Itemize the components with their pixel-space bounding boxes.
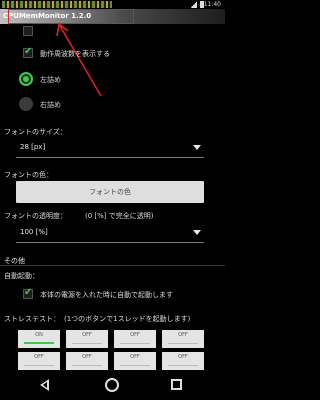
toggle-indicator: [24, 365, 54, 366]
stress-thread-button[interactable]: OFF: [162, 352, 204, 370]
notification-icons: [2, 1, 112, 8]
dropdown-caret-icon: [193, 230, 201, 235]
show-freq-checkbox[interactable]: [23, 46, 33, 58]
stress-thread-button[interactable]: OFF: [18, 352, 60, 370]
font-color-button[interactable]: フォントの色: [16, 181, 204, 203]
align-right-label: 右詰め: [40, 101, 61, 109]
partial-top-checkbox[interactable]: [23, 26, 33, 36]
font-opacity-label: フォントの透明度：: [4, 212, 67, 220]
stress-test-hint: (1つのボタンで1スレッドを起動します): [64, 315, 191, 323]
back-icon[interactable]: [40, 379, 49, 391]
signal-icon: [191, 1, 197, 8]
toggle-indicator: [72, 343, 102, 344]
toggle-indicator: [168, 365, 198, 366]
align-left-radio[interactable]: [19, 72, 33, 86]
annotation-highlight-box: [8, 9, 134, 24]
font-color-label: フォントの色：: [4, 171, 53, 179]
align-right-radio[interactable]: [19, 97, 33, 111]
stress-test-label: ストレステスト：: [4, 315, 60, 323]
system-nav-bar: [0, 370, 225, 400]
auto-start-option-label: 本体の電源を入れた時に自動で起動します: [40, 291, 173, 299]
align-left-label: 左詰め: [40, 76, 61, 84]
stress-thread-button[interactable]: OFF: [114, 352, 156, 370]
font-size-label: フォントのサイズ：: [4, 128, 67, 136]
toggle-indicator: [168, 343, 198, 344]
toggle-indicator: [24, 342, 54, 344]
status-time: 11:40: [203, 1, 221, 8]
font-opacity-value: 100 [%]: [20, 228, 48, 236]
dropdown-caret-icon: [193, 145, 201, 150]
toggle-indicator: [120, 365, 150, 366]
status-bar: 11:40: [0, 0, 225, 9]
auto-start-label: 自動起動：: [4, 272, 39, 280]
stress-thread-button[interactable]: OFF: [66, 352, 108, 370]
font-opacity-hint: (0 [%] で完全に透明): [85, 212, 154, 220]
toggle-indicator: [72, 365, 102, 366]
home-icon[interactable]: [105, 378, 119, 392]
font-opacity-select[interactable]: 100 [%]: [16, 223, 204, 243]
font-size-select[interactable]: 28 [px]: [16, 138, 204, 158]
toggle-indicator: [120, 343, 150, 344]
font-size-value: 28 [px]: [20, 143, 46, 151]
stress-thread-button[interactable]: ON: [18, 330, 60, 348]
auto-start-checkbox[interactable]: [23, 287, 33, 299]
recent-apps-icon[interactable]: [171, 379, 182, 390]
stress-thread-button[interactable]: OFF: [162, 330, 204, 348]
show-freq-label: 動作周波数を表示する: [40, 50, 110, 58]
section-divider: [0, 265, 225, 266]
stress-thread-button[interactable]: OFF: [66, 330, 108, 348]
stress-thread-button[interactable]: OFF: [114, 330, 156, 348]
